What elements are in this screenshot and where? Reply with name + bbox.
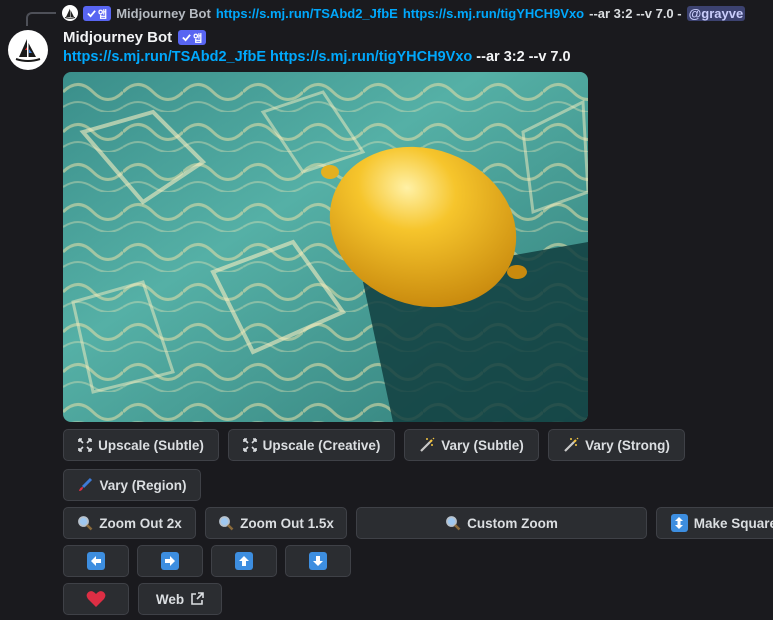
heart-icon (86, 590, 106, 608)
expand-corners-icon (242, 438, 257, 452)
magnifier-icon (445, 515, 461, 531)
external-link-icon (190, 592, 204, 606)
action-row-2: Vary (Region) (63, 469, 201, 501)
paintbrush-icon (77, 477, 93, 493)
magic-wand-icon (563, 437, 579, 453)
upscale-subtle-label: Upscale (Subtle) (98, 437, 204, 453)
zoom-out-2x-button[interactable]: Zoom Out 2x (63, 507, 196, 539)
arrow-left-icon (87, 552, 105, 570)
magnifier-icon (218, 515, 234, 531)
prompt-params: --ar 3:2 --v 7.0 (476, 49, 571, 65)
web-label: Web (155, 591, 185, 607)
app-badge: 앱 (83, 5, 112, 21)
checkmark-icon (182, 33, 191, 42)
vary-strong-button[interactable]: Vary (Strong) (548, 429, 685, 461)
bot-avatar[interactable] (8, 30, 48, 70)
app-badge-label: 앱 (98, 9, 108, 21)
arrow-down-icon (309, 552, 327, 570)
upscale-creative-label: Upscale (Creative) (262, 437, 381, 453)
arrow-right-icon (161, 552, 179, 570)
generated-image[interactable] (63, 72, 588, 422)
midjourney-logo-icon (15, 39, 41, 62)
upscale-creative-button[interactable]: Upscale (Creative) (228, 429, 395, 461)
prompt-link-2[interactable]: https://s.mj.run/tigYHCH9Vxo (270, 49, 472, 65)
prompt-link-1[interactable]: https://s.mj.run/TSAbd2_JfbE (63, 49, 266, 65)
user-mention[interactable]: @grayve (686, 5, 746, 21)
reply-params: --ar 3:2 --v 7.0 - (589, 5, 682, 21)
arrow-up-icon (235, 552, 253, 570)
lemon-in-water-image (63, 72, 588, 422)
reply-preview[interactable]: 앱 Midjourney Bot https://s.mj.run/TSAbd2… (62, 3, 746, 23)
make-square-label: Make Square (693, 515, 773, 531)
reply-link-1[interactable]: https://s.mj.run/TSAbd2_JfbE (216, 6, 398, 21)
action-row-5: Web (63, 583, 222, 615)
action-row-1: Upscale (Subtle) Upscale (Creative) Vary… (63, 429, 685, 461)
custom-zoom-button[interactable]: Custom Zoom (356, 507, 647, 539)
vary-region-label: Vary (Region) (99, 477, 187, 493)
app-badge-label: 앱 (193, 33, 203, 45)
zoom-out-2x-label: Zoom Out 2x (99, 515, 182, 531)
bot-mini-avatar[interactable] (62, 5, 78, 21)
message-header: Midjourney Bot 앱 (63, 27, 207, 47)
pan-down-button[interactable] (285, 545, 351, 577)
vary-subtle-button[interactable]: Vary (Subtle) (404, 429, 539, 461)
reply-link-2[interactable]: https://s.mj.run/tigYHCH9Vxo (403, 6, 584, 21)
vary-strong-label: Vary (Strong) (585, 437, 670, 453)
custom-zoom-label: Custom Zoom (467, 515, 558, 531)
magic-wand-icon (419, 437, 435, 453)
vary-region-button[interactable]: Vary (Region) (63, 469, 201, 501)
magnifier-icon (77, 515, 93, 531)
upscale-subtle-button[interactable]: Upscale (Subtle) (63, 429, 219, 461)
app-badge: 앱 (178, 29, 207, 45)
pan-left-button[interactable] (63, 545, 129, 577)
pan-up-button[interactable] (211, 545, 277, 577)
username[interactable]: Midjourney Bot (63, 29, 172, 46)
zoom-out-1-5x-button[interactable]: Zoom Out 1.5x (205, 507, 347, 539)
pan-right-button[interactable] (137, 545, 203, 577)
like-button[interactable] (63, 583, 129, 615)
make-square-button[interactable]: Make Square (656, 507, 773, 539)
checkmark-icon (87, 9, 96, 18)
up-down-arrow-icon (671, 514, 688, 532)
pan-row (63, 545, 351, 577)
action-row-3: Zoom Out 2x Zoom Out 1.5x Custom Zoom Ma… (63, 507, 773, 539)
expand-corners-icon (78, 438, 92, 452)
vary-subtle-label: Vary (Subtle) (441, 437, 524, 453)
web-link-button[interactable]: Web (138, 583, 222, 615)
reply-connector (26, 12, 56, 26)
reply-bot-name[interactable]: Midjourney Bot (116, 6, 211, 21)
message-content: https://s.mj.run/TSAbd2_JfbE https://s.m… (63, 49, 571, 65)
zoom-out-1-5x-label: Zoom Out 1.5x (240, 515, 334, 531)
